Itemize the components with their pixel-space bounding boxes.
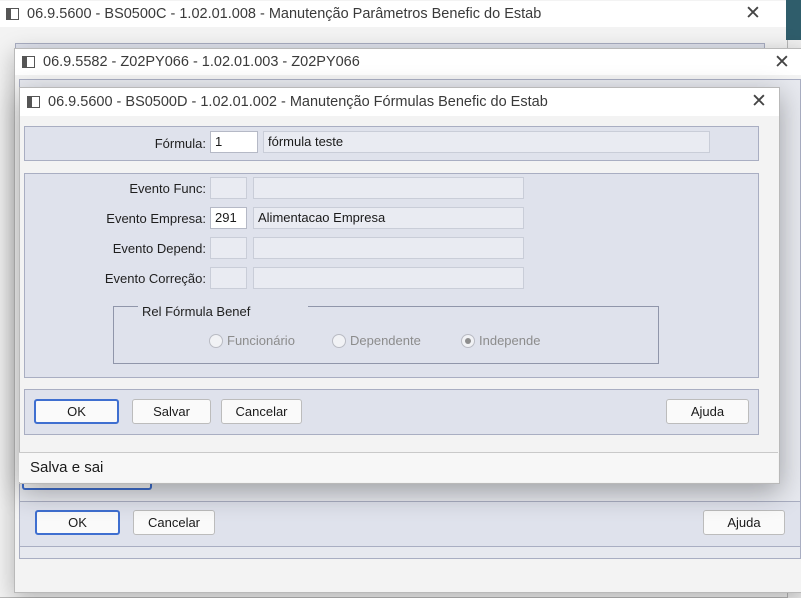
back-window-close-icon[interactable]: ✕ (743, 4, 763, 24)
front-window: 06.9.5600 - BS0500D - 1.02.01.002 - Manu… (19, 87, 780, 484)
status-bar: Salva e sai (19, 452, 778, 482)
radio-funcionario-dot[interactable] (209, 333, 223, 348)
app-icon (6, 8, 19, 20)
middle-window-title: 06.9.5582 - Z02PY066 - 1.02.01.003 - Z02… (43, 54, 360, 70)
radio-independe-dot[interactable] (461, 333, 475, 348)
radio-dependente-label: Dependente (350, 333, 421, 348)
middle-ok-button[interactable]: OK (35, 510, 120, 535)
app-icon (22, 56, 35, 68)
back-window-title: 06.9.5600 - BS0500C - 1.02.01.008 - Manu… (27, 6, 542, 22)
evento-empresa-code[interactable]: 291 (210, 207, 247, 229)
front-window-close-icon[interactable]: ✕ (749, 92, 769, 112)
evento-func-description (253, 177, 524, 199)
evento-correcao-label: Evento Correção: (104, 271, 206, 286)
app-icon (27, 96, 40, 108)
rel-formula-legend: Rel Fórmula Benef (138, 304, 308, 319)
toolbar-icon-fragment (786, 0, 801, 40)
evento-correcao-code[interactable] (210, 267, 247, 289)
ok-button[interactable]: OK (34, 399, 119, 424)
evento-depend-label: Evento Depend: (112, 241, 206, 256)
front-window-titlebar: 06.9.5600 - BS0500D - 1.02.01.002 - Manu… (20, 88, 779, 116)
evento-func-label: Evento Func: (129, 181, 206, 196)
cancel-button[interactable]: Cancelar (221, 399, 302, 424)
help-button[interactable]: Ajuda (666, 399, 749, 424)
radio-independe-label: Independe (479, 333, 541, 348)
evento-empresa-label: Evento Empresa: (106, 211, 206, 226)
radio-funcionario-label: Funcionário (227, 333, 295, 348)
evento-func-code[interactable] (210, 177, 247, 199)
evento-depend-code[interactable] (210, 237, 247, 259)
formula-label: Fórmula: (154, 136, 206, 151)
middle-window-titlebar: 06.9.5582 - Z02PY066 - 1.02.01.003 - Z02… (15, 49, 801, 75)
radio-dependente-dot[interactable] (332, 333, 346, 348)
middle-window-close-icon[interactable]: ✕ (772, 53, 792, 73)
back-window-titlebar: 06.9.5600 - BS0500C - 1.02.01.008 - Manu… (0, 1, 787, 27)
middle-cancel-button[interactable]: Cancelar (133, 510, 215, 535)
save-button[interactable]: Salvar (132, 399, 211, 424)
middle-help-button[interactable]: Ajuda (703, 510, 785, 535)
radio-dependente[interactable]: Dependente (332, 333, 421, 348)
evento-empresa-description: Alimentacao Empresa (253, 207, 524, 229)
formula-description: fórmula teste (263, 131, 710, 153)
front-window-title: 06.9.5600 - BS0500D - 1.02.01.002 - Manu… (48, 94, 548, 110)
evento-depend-description (253, 237, 524, 259)
radio-independe[interactable]: Independe (461, 333, 540, 348)
formula-input[interactable]: 1 (210, 131, 258, 153)
radio-funcionario[interactable]: Funcionário (209, 333, 295, 348)
evento-correcao-description (253, 267, 524, 289)
